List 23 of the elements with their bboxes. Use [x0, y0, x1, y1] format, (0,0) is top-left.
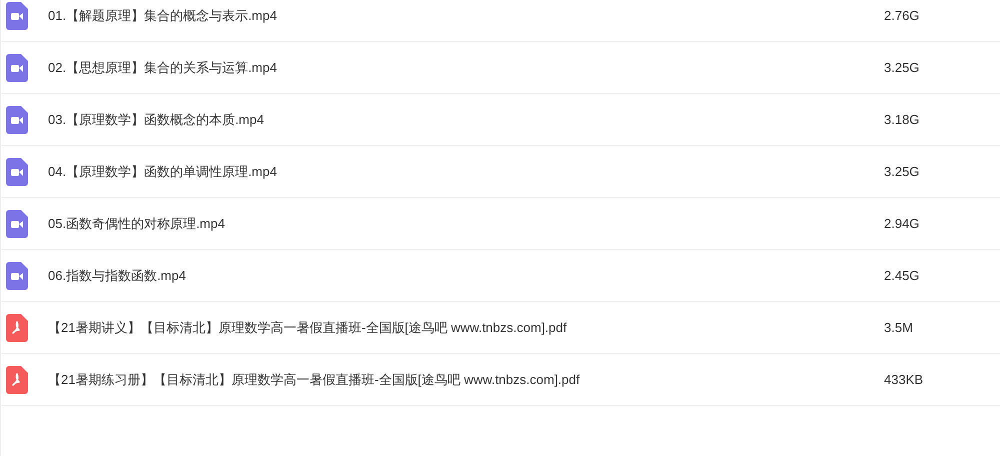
video-file-icon	[6, 106, 28, 134]
video-file-icon	[6, 210, 28, 238]
video-file-icon	[6, 158, 28, 186]
pdf-file-icon	[6, 314, 28, 342]
file-size: 3.25G	[884, 58, 920, 77]
file-name[interactable]: 05.函数奇偶性的对称原理.mp4	[48, 214, 884, 234]
file-size: 2.94G	[884, 214, 920, 233]
file-name[interactable]: 03.【原理数学】函数概念的本质.mp4	[48, 110, 884, 130]
file-name[interactable]: 01.【解题原理】集合的概念与表示.mp4	[48, 6, 884, 26]
video-file-icon	[6, 262, 28, 290]
file-size: 3.25G	[884, 162, 920, 181]
file-name[interactable]: 【21暑期讲义】【目标清北】原理数学高一暑假直播班-全国版[途鸟吧 www.tnbzs.com].pdf	[48, 318, 884, 338]
file-size: 2.76G	[884, 6, 920, 25]
file-size: 3.5M	[884, 318, 913, 337]
pdf-file-icon	[6, 366, 28, 394]
file-size: 3.18G	[884, 110, 920, 129]
file-name[interactable]: 06.指数与指数函数.mp4	[48, 266, 884, 286]
video-file-icon	[6, 54, 28, 82]
file-name[interactable]: 04.【原理数学】函数的单调性原理.mp4	[48, 162, 884, 182]
file-size: 2.45G	[884, 266, 920, 285]
file-size: 433KB	[884, 370, 924, 389]
file-name[interactable]: 【21暑期练习册】【目标清北】原理数学高一暑假直播班-全国版[途鸟吧 www.tnbzs.com].pdf	[48, 370, 884, 390]
file-name[interactable]: 02.【思想原理】集合的关系与运算.mp4	[48, 58, 884, 78]
